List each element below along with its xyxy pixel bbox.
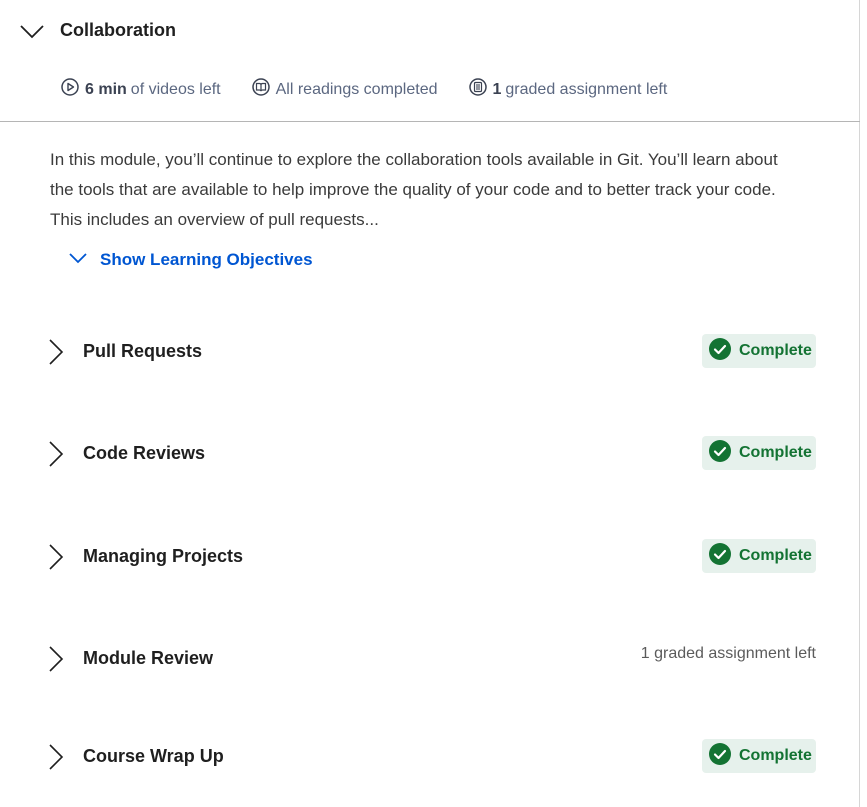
status-badge: Complete xyxy=(702,539,816,573)
status-text: Complete xyxy=(739,547,812,564)
module-description: In this module, you’ll continue to explo… xyxy=(50,150,778,229)
lesson-title[interactable]: Course Wrap Up xyxy=(83,746,224,767)
show-learning-objectives-label: Show Learning Objectives xyxy=(100,250,313,269)
module-title: Collaboration xyxy=(60,20,176,40)
graded-assignment-status: 1 graded assignment left xyxy=(640,645,816,662)
chevron-right-icon[interactable] xyxy=(46,644,66,674)
chevron-down-icon xyxy=(68,250,100,270)
play-circle-icon xyxy=(60,77,85,102)
assignments-left-count: 1 xyxy=(492,80,502,98)
chevron-right-icon[interactable] xyxy=(46,742,66,772)
status-text: Complete xyxy=(739,747,812,764)
lesson-title[interactable]: Pull Requests xyxy=(83,341,202,362)
status-text: Complete xyxy=(739,342,812,359)
lesson-title[interactable]: Module Review xyxy=(83,648,213,669)
check-circle-icon xyxy=(709,337,739,365)
assignments-left: 1 graded assignment left xyxy=(468,77,668,102)
lesson-row-code-reviews[interactable]: Code Reviews Complete xyxy=(0,434,860,474)
chevron-right-icon[interactable] xyxy=(46,542,66,572)
videos-left-label: of videos left xyxy=(130,80,221,98)
module-card: Collaboration 6 min of videos left All r… xyxy=(0,0,860,807)
show-learning-objectives-link[interactable]: Show Learning Objectives xyxy=(68,250,313,270)
lesson-row-managing-projects[interactable]: Managing Projects Complete xyxy=(0,537,860,577)
chevron-down-icon[interactable] xyxy=(18,18,46,46)
chevron-right-icon[interactable] xyxy=(46,337,66,367)
status-badge: Complete xyxy=(702,739,816,773)
lesson-row-module-review[interactable]: Module Review 1 graded assignment left xyxy=(0,639,860,679)
videos-left-count: 6 min xyxy=(85,80,127,98)
module-header[interactable]: Collaboration 6 min of videos left All r… xyxy=(0,0,860,122)
lesson-row-pull-requests[interactable]: Pull Requests Complete xyxy=(0,332,860,372)
status-badge: Complete xyxy=(702,436,816,470)
assignment-icon xyxy=(468,77,493,102)
lesson-title[interactable]: Managing Projects xyxy=(83,546,243,567)
status-text: Complete xyxy=(739,444,812,461)
lesson-title[interactable]: Code Reviews xyxy=(83,443,205,464)
chevron-right-icon[interactable] xyxy=(46,439,66,469)
check-circle-icon xyxy=(709,542,739,570)
readings-status-label: All readings completed xyxy=(275,80,438,98)
assignments-left-label: graded assignment left xyxy=(505,80,668,98)
lesson-row-course-wrap-up[interactable]: Course Wrap Up Complete xyxy=(0,737,860,777)
module-meta: 6 min of videos left All readings comple… xyxy=(60,77,697,102)
videos-left: 6 min of videos left xyxy=(60,77,221,102)
status-badge: Complete xyxy=(702,334,816,368)
book-icon xyxy=(251,77,276,102)
check-circle-icon xyxy=(709,439,739,467)
readings-status: All readings completed xyxy=(251,77,438,102)
check-circle-icon xyxy=(709,742,739,770)
